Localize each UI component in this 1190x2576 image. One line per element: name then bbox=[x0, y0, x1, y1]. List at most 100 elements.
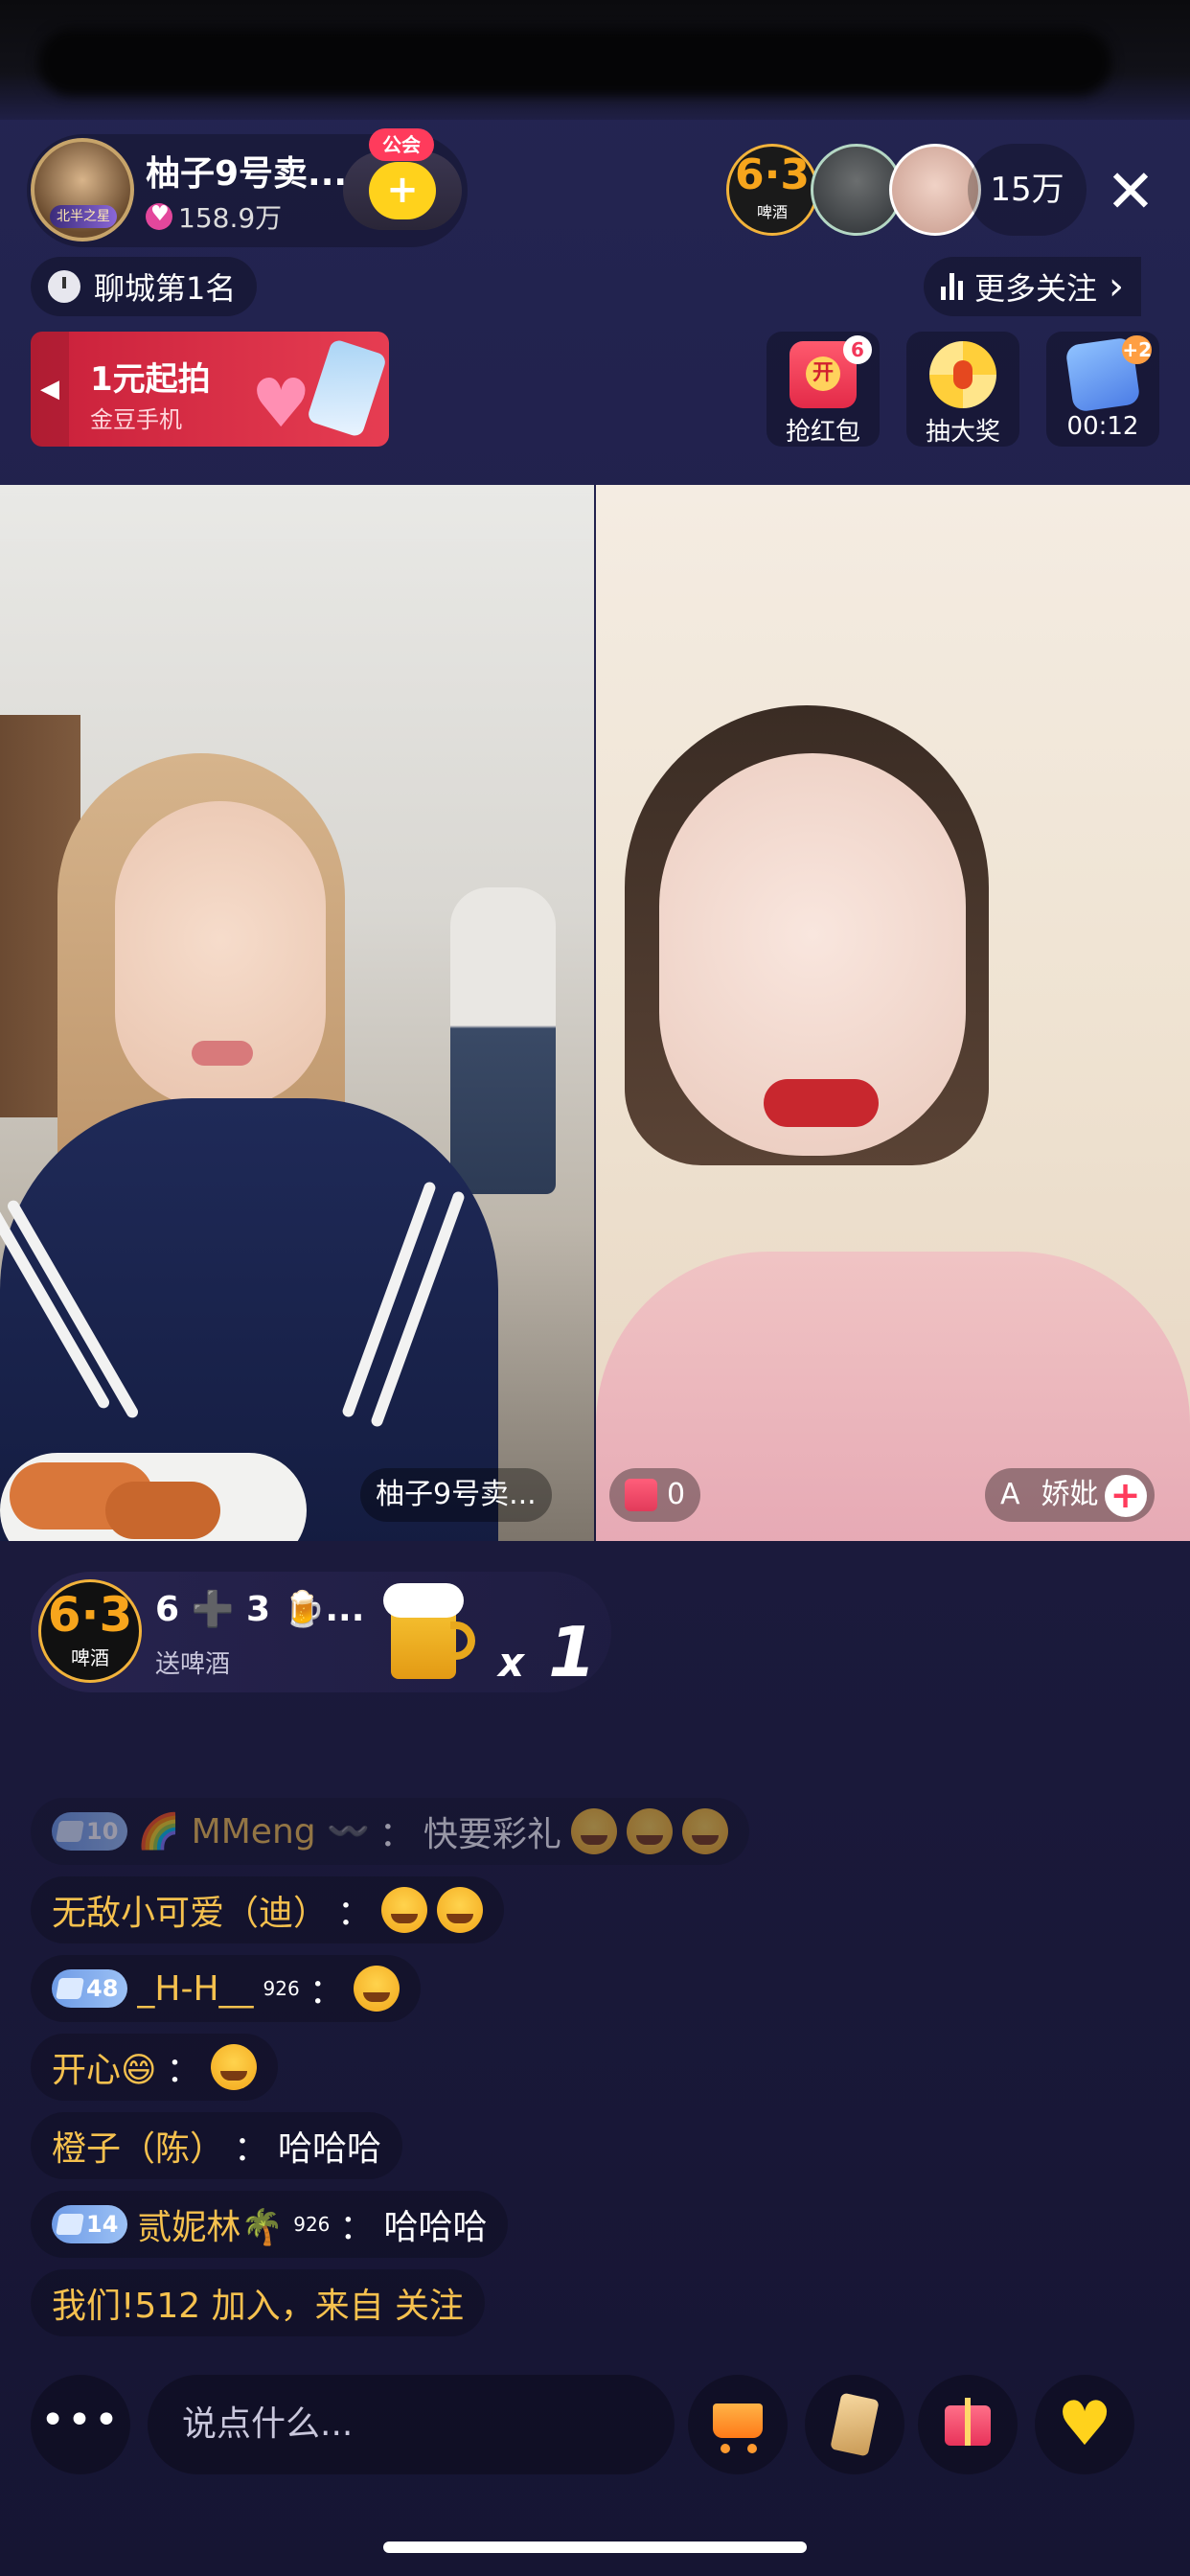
host-likes-value: 158.9万 bbox=[178, 202, 283, 234]
follow-button[interactable]: + bbox=[343, 151, 462, 230]
guild-tag: 公会 bbox=[369, 128, 434, 161]
gift-combo-x: x bbox=[498, 1639, 525, 1686]
chat-username[interactable]: 无敌小可爱（迪） bbox=[52, 1885, 328, 1935]
video-left-stream[interactable]: 柚子9号卖... bbox=[0, 485, 594, 1541]
left-stream-name-tag[interactable]: 柚子9号卖... bbox=[360, 1468, 552, 1522]
chat-message[interactable]: 48 _H-H__ 926 ： bbox=[31, 1955, 421, 2022]
chat-text: 哈哈哈 bbox=[278, 2129, 382, 2169]
level-number: 14 bbox=[86, 2211, 119, 2238]
arrow-left-icon[interactable]: ◀ bbox=[31, 332, 69, 447]
gift-button[interactable] bbox=[918, 2375, 1018, 2474]
gift-sender-avatar[interactable]: 6·3 啤酒 bbox=[38, 1579, 142, 1683]
sponsor-logo[interactable]: 6·3 啤酒 bbox=[726, 144, 818, 236]
laugh-cry-emoji-icon bbox=[681, 1808, 728, 1854]
level-number: 48 bbox=[86, 1975, 119, 2002]
level-badge: 48 bbox=[52, 1969, 128, 2008]
chat-username[interactable]: _H-H__ bbox=[137, 1969, 253, 2009]
promo-subtitle: 金豆手机 bbox=[90, 406, 182, 433]
laugh-emoji-icon bbox=[381, 1887, 428, 1933]
right-stream-prefix: A bbox=[1000, 1478, 1020, 1511]
popularity-badge: +2 bbox=[1122, 335, 1152, 364]
chat-text: 哈哈哈 bbox=[383, 2208, 488, 2247]
chat-join-notice: 我们!512 加入，来自 关注 bbox=[31, 2269, 486, 2336]
home-indicator[interactable] bbox=[383, 2542, 807, 2553]
red-packet-badge: 6 bbox=[843, 335, 872, 364]
more-follow-label: 更多关注 bbox=[974, 270, 1098, 307]
level-badge: 10 bbox=[52, 1812, 128, 1851]
chat-username[interactable]: 开心😄 bbox=[52, 2042, 157, 2092]
lottery-button[interactable]: 抽大奖 bbox=[906, 332, 1019, 447]
add-follow-icon[interactable]: + bbox=[1104, 1474, 1147, 1517]
chat-user-suffix: 926 bbox=[293, 2213, 331, 2236]
chat-message[interactable]: 无敌小可爱（迪） ： bbox=[31, 1876, 505, 1944]
diamond-icon bbox=[56, 1978, 84, 1999]
close-button[interactable]: ✕ bbox=[1092, 153, 1169, 230]
host-name[interactable]: 柚子9号卖... bbox=[146, 146, 347, 196]
red-packet-button[interactable]: 开 6 抢红包 bbox=[767, 332, 880, 447]
gift-sender-name: 6 ➕ 3 🍺... bbox=[155, 1590, 365, 1629]
chat-separator: ： bbox=[166, 2051, 201, 2090]
chat-message[interactable]: 10 🌈 MMeng 〰️ ： 快要彩礼 bbox=[31, 1798, 749, 1865]
video-scene-person bbox=[450, 887, 556, 1194]
more-options-button[interactable]: ••• bbox=[31, 2375, 130, 2474]
chat-separator: ： bbox=[309, 1972, 344, 2012]
level-badge: 14 bbox=[52, 2205, 128, 2243]
celebration-button[interactable] bbox=[805, 2375, 904, 2474]
gift-combo: x 1 bbox=[498, 1612, 596, 1692]
city-rank-pill[interactable]: 聊城第1名 bbox=[31, 257, 258, 316]
comment-input[interactable]: 说点什么... bbox=[148, 2375, 675, 2474]
heart-icon bbox=[146, 202, 172, 230]
chat-message[interactable]: 14 贰妮林🌴 926 ： 哈哈哈 bbox=[31, 2191, 509, 2258]
chat-separator: ： bbox=[339, 2208, 375, 2247]
chat-text: 快要彩礼 bbox=[423, 1815, 561, 1854]
sponsor-logo-text: 啤酒 bbox=[756, 203, 788, 221]
right-stream-gift-count[interactable]: 0 bbox=[609, 1468, 701, 1522]
video-right-stream[interactable]: 0 A 娇妣 + bbox=[596, 485, 1190, 1541]
promo-banner[interactable]: ◀ 1元起拍 金豆手机 ♥ bbox=[31, 332, 389, 447]
chat-separator: ： bbox=[337, 1894, 373, 1933]
video-crab bbox=[105, 1482, 220, 1539]
chat-separator: ： bbox=[378, 1815, 414, 1854]
city-rank-label: 聊城第1名 bbox=[94, 270, 237, 307]
diamond-icon bbox=[56, 2214, 84, 2235]
more-follow-button[interactable]: 更多关注 › bbox=[924, 257, 1142, 316]
diamond-icon bbox=[56, 1821, 84, 1842]
bars-icon bbox=[941, 273, 963, 300]
chat-message[interactable]: 橙子（陈） ： 哈哈哈 bbox=[31, 2112, 403, 2179]
laugh-emoji-icon bbox=[437, 1887, 484, 1933]
crying-emoji-icon bbox=[353, 1966, 400, 2012]
host-likes: 158.9万 bbox=[146, 197, 282, 236]
popularity-timer: 00:12 bbox=[1066, 412, 1139, 441]
gift-icon bbox=[625, 1479, 657, 1511]
clock-icon bbox=[48, 270, 80, 303]
viewer-count[interactable]: 15万 bbox=[968, 144, 1087, 236]
red-packet-label: 抢红包 bbox=[785, 418, 860, 447]
like-button[interactable]: ♥ bbox=[1035, 2375, 1134, 2474]
lottery-label: 抽大奖 bbox=[925, 418, 1000, 447]
chat-join-text: 我们!512 加入，来自 关注 bbox=[52, 2287, 465, 2326]
video-host-lips bbox=[192, 1041, 253, 1066]
heart-plus-icon: ♥ bbox=[1057, 2389, 1112, 2460]
phone-icon bbox=[306, 337, 388, 439]
lottery-wheel-icon bbox=[929, 341, 996, 408]
chat-separator: ： bbox=[234, 2129, 269, 2169]
right-stream-name-tag[interactable]: A 娇妣 + bbox=[985, 1468, 1155, 1522]
gift-combo-count: 1 bbox=[548, 1612, 597, 1692]
crying-emoji-icon bbox=[210, 2044, 257, 2090]
gift-logo-number: 6·3 bbox=[47, 1587, 133, 1643]
laugh-cry-emoji-icon bbox=[626, 1808, 673, 1854]
right-stream-gift-value: 0 bbox=[667, 1478, 686, 1511]
chat-message[interactable]: 开心😄 ： bbox=[31, 2034, 278, 2101]
chat-username[interactable]: 橙子（陈） bbox=[52, 2121, 224, 2171]
chevron-right-icon: › bbox=[1109, 264, 1125, 309]
celebration-card-icon bbox=[830, 2392, 880, 2457]
chat-username[interactable]: 🌈 MMeng 〰️ bbox=[137, 1811, 369, 1852]
shopping-cart-icon bbox=[713, 2404, 763, 2438]
chat-username[interactable]: 贰妮林🌴 bbox=[137, 2199, 284, 2249]
gift-logo-text: 啤酒 bbox=[71, 1646, 109, 1669]
laugh-cry-emoji-icon bbox=[570, 1808, 617, 1854]
chat-user-suffix: 926 bbox=[263, 1977, 300, 2000]
popularity-timer-button[interactable]: +2 00:12 bbox=[1046, 332, 1159, 447]
shopping-cart-button[interactable] bbox=[688, 2375, 788, 2474]
level-number: 10 bbox=[86, 1818, 119, 1845]
